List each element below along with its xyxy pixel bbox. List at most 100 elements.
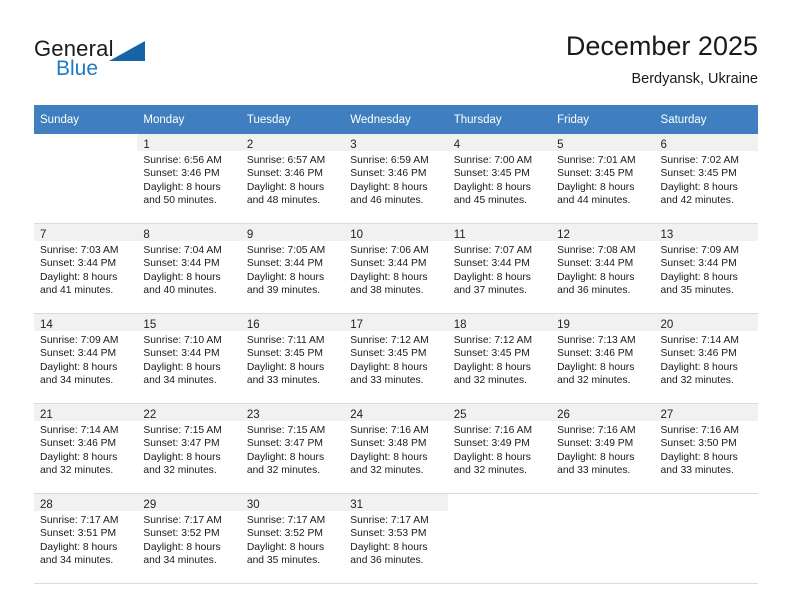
daylight-text-line2: and 48 minutes. [246, 195, 321, 207]
daylight-text-line1: Daylight: 8 hours [350, 451, 428, 463]
daylight-text-line2: and 50 minutes. [143, 195, 217, 207]
calendar-day-cell[interactable]: 10 Sunrise: 7:06 AM Sunset: 3:44 PM Dayligh… [344, 223, 448, 314]
day-number-bar: 3 [344, 134, 448, 151]
calendar-day-cell[interactable]: 23 Sunrise: 7:15 AM Sunset: 3:47 PM Dayligh… [240, 403, 345, 494]
day-cell-inner: 4 Sunrise: 7:00 AM Sunset: 3:45 PM Daylight… [447, 134, 552, 223]
sunset-text: Sunset: 3:48 PM [350, 438, 427, 450]
day-details: Sunrise: 7:09 AM Sunset: 3:44 PM Daylight:… [655, 241, 758, 298]
page-header: General Blue December 2025 Berdyansk, Uk… [0, 0, 792, 104]
sunrise-text: Sunrise: 7:16 AM [557, 425, 636, 436]
calendar-day-cell[interactable]: 6 Sunrise: 7:02 AM Sunset: 3:45 PM Daylight… [654, 134, 758, 224]
daylight-text-line2: and 33 minutes. [660, 465, 734, 477]
day-details: Sunrise: 7:09 AM Sunset: 3:44 PM Daylight:… [34, 331, 137, 388]
day-details: Sunrise: 7:16 AM Sunset: 3:49 PM Daylight:… [551, 421, 654, 478]
sunrise-text: Sunrise: 7:09 AM [660, 245, 739, 256]
day-number-bar: 26 [551, 404, 655, 421]
calendar-day-cell[interactable]: 18 Sunrise: 7:12 AM Sunset: 3:45 PM Dayligh… [447, 313, 552, 404]
calendar-day-cell[interactable]: 29 Sunrise: 7:17 AM Sunset: 3:52 PM Dayligh… [137, 493, 241, 584]
day-number: 14 [40, 319, 53, 331]
calendar-day-cell[interactable]: 11 Sunrise: 7:07 AM Sunset: 3:44 PM Dayligh… [447, 223, 552, 314]
day-cell-inner: 5 Sunrise: 7:01 AM Sunset: 3:45 PM Daylight… [551, 134, 655, 223]
day-details: Sunrise: 7:14 AM Sunset: 3:46 PM Daylight:… [34, 421, 137, 478]
calendar-day-cell[interactable]: 28 Sunrise: 7:17 AM Sunset: 3:51 PM Dayligh… [34, 493, 138, 584]
calendar-day-cell[interactable]: 2 Sunrise: 6:57 AM Sunset: 3:46 PM Daylight… [240, 134, 345, 224]
calendar-day-cell[interactable]: 17 Sunrise: 7:12 AM Sunset: 3:45 PM Dayligh… [344, 313, 448, 404]
calendar-day-cell[interactable]: 21 Sunrise: 7:14 AM Sunset: 3:46 PM Dayligh… [34, 403, 138, 494]
sunset-text: Sunset: 3:44 PM [350, 258, 427, 270]
sunset-text: Sunset: 3:44 PM [143, 348, 220, 360]
daylight-text-line2: and 34 minutes. [40, 555, 114, 567]
sunrise-text: Sunrise: 7:09 AM [40, 335, 119, 346]
weekday-header-friday: Friday [551, 105, 655, 134]
day-cell-inner: 3 Sunrise: 6:59 AM Sunset: 3:46 PM Daylight… [344, 134, 448, 223]
daylight-text-line1: Daylight: 8 hours [660, 451, 738, 463]
sunset-text: Sunset: 3:44 PM [660, 258, 737, 270]
day-details: Sunrise: 7:16 AM Sunset: 3:50 PM Daylight:… [655, 421, 758, 478]
calendar-day-cell[interactable]: 5 Sunrise: 7:01 AM Sunset: 3:45 PM Daylight… [551, 134, 655, 224]
day-details: Sunrise: 7:17 AM Sunset: 3:52 PM Daylight:… [241, 511, 344, 568]
daylight-text-line2: and 45 minutes. [453, 195, 527, 207]
sunrise-text: Sunrise: 7:10 AM [143, 335, 222, 346]
logo-general-blue[interactable]: General Blue [34, 36, 234, 92]
calendar-day-cell[interactable]: 22 Sunrise: 7:15 AM Sunset: 3:47 PM Dayligh… [137, 403, 241, 494]
sunset-text: Sunset: 3:44 PM [557, 258, 634, 270]
calendar-day-cell[interactable]: 15 Sunrise: 7:10 AM Sunset: 3:44 PM Dayligh… [137, 313, 241, 404]
calendar-day-cell[interactable]: 3 Sunrise: 6:59 AM Sunset: 3:46 PM Daylight… [344, 134, 448, 224]
day-cell-inner: 22 Sunrise: 7:15 AM Sunset: 3:47 PM Dayligh… [137, 404, 241, 493]
day-cell-inner: 18 Sunrise: 7:12 AM Sunset: 3:45 PM Dayligh… [447, 314, 552, 403]
calendar-day-cell[interactable]: 13 Sunrise: 7:09 AM Sunset: 3:44 PM Dayligh… [654, 223, 758, 314]
calendar-day-cell[interactable]: 4 Sunrise: 7:00 AM Sunset: 3:45 PM Daylight… [447, 134, 552, 224]
calendar-day-cell[interactable]: 1 Sunrise: 6:56 AM Sunset: 3:46 PM Daylight… [137, 134, 241, 224]
sunrise-text: Sunrise: 7:06 AM [350, 245, 429, 256]
calendar-day-cell[interactable]: 25 Sunrise: 7:16 AM Sunset: 3:49 PM Dayligh… [447, 403, 552, 494]
day-cell-inner: 14 Sunrise: 7:09 AM Sunset: 3:44 PM Dayligh… [34, 314, 138, 403]
day-cell-inner: 9 Sunrise: 7:05 AM Sunset: 3:44 PM Daylight… [240, 224, 345, 313]
logo-triangle-icon [109, 41, 145, 61]
calendar-day-cell[interactable]: 27 Sunrise: 7:16 AM Sunset: 3:50 PM Dayligh… [654, 403, 758, 494]
sunset-text: Sunset: 3:45 PM [453, 348, 530, 360]
calendar-day-cell[interactable]: 8 Sunrise: 7:04 AM Sunset: 3:44 PM Daylight… [137, 223, 241, 314]
calendar-day-cell-empty [447, 493, 552, 584]
calendar-day-cell[interactable]: 7 Sunrise: 7:03 AM Sunset: 3:44 PM Daylight… [34, 223, 138, 314]
calendar-week-row: 21 Sunrise: 7:14 AM Sunset: 3:46 PM Dayligh… [34, 403, 758, 494]
day-number-bar: 20 [654, 314, 758, 331]
day-details: Sunrise: 7:04 AM Sunset: 3:44 PM Daylight:… [137, 241, 240, 298]
day-details: Sunrise: 6:59 AM Sunset: 3:46 PM Daylight:… [344, 151, 447, 208]
calendar-day-cell[interactable]: 26 Sunrise: 7:16 AM Sunset: 3:49 PM Dayligh… [551, 403, 655, 494]
daylight-text-line2: and 44 minutes. [557, 195, 631, 207]
sunrise-text: Sunrise: 7:03 AM [40, 245, 119, 256]
calendar-day-cell[interactable]: 16 Sunrise: 7:11 AM Sunset: 3:45 PM Dayligh… [240, 313, 345, 404]
day-number: 28 [40, 499, 53, 511]
day-cell-inner: 12 Sunrise: 7:08 AM Sunset: 3:44 PM Dayligh… [551, 224, 655, 313]
calendar-day-cell[interactable]: 9 Sunrise: 7:05 AM Sunset: 3:44 PM Daylight… [240, 223, 345, 314]
calendar-day-cell[interactable]: 19 Sunrise: 7:13 AM Sunset: 3:46 PM Dayligh… [551, 313, 655, 404]
day-cell-inner: 31 Sunrise: 7:17 AM Sunset: 3:53 PM Dayligh… [344, 494, 448, 583]
day-details: Sunrise: 7:11 AM Sunset: 3:45 PM Daylight:… [241, 331, 344, 388]
calendar-day-cell[interactable]: 14 Sunrise: 7:09 AM Sunset: 3:44 PM Dayligh… [34, 313, 138, 404]
daylight-text-line2: and 46 minutes. [350, 195, 424, 207]
daylight-text-line1: Daylight: 8 hours [557, 181, 635, 193]
day-number-bar: 11 [447, 224, 552, 241]
daylight-text-line2: and 36 minutes. [350, 555, 424, 567]
day-details: Sunrise: 6:56 AM Sunset: 3:46 PM Daylight:… [137, 151, 240, 208]
calendar-day-cell[interactable]: 12 Sunrise: 7:08 AM Sunset: 3:44 PM Dayligh… [551, 223, 655, 314]
calendar-day-cell[interactable]: 24 Sunrise: 7:16 AM Sunset: 3:48 PM Dayligh… [344, 403, 448, 494]
day-cell-inner: 28 Sunrise: 7:17 AM Sunset: 3:51 PM Dayligh… [34, 494, 138, 583]
calendar-week-row: 1 Sunrise: 6:56 AM Sunset: 3:46 PM Daylight… [34, 134, 758, 224]
day-cell-inner: 23 Sunrise: 7:15 AM Sunset: 3:47 PM Dayligh… [240, 404, 345, 493]
day-cell-inner [34, 134, 137, 223]
day-number: 10 [350, 229, 364, 241]
day-number-bar: 8 [137, 224, 241, 241]
day-number: 22 [143, 409, 157, 421]
daylight-text-line1: Daylight: 8 hours [40, 271, 118, 283]
daylight-text-line2: and 32 minutes. [246, 465, 321, 477]
day-cell-inner: 15 Sunrise: 7:10 AM Sunset: 3:44 PM Dayligh… [137, 314, 241, 403]
calendar-day-cell[interactable]: 20 Sunrise: 7:14 AM Sunset: 3:46 PM Dayligh… [654, 313, 758, 404]
calendar-day-cell[interactable]: 30 Sunrise: 7:17 AM Sunset: 3:52 PM Dayligh… [240, 493, 345, 584]
day-number-bar: 6 [654, 134, 758, 151]
day-details: Sunrise: 7:02 AM Sunset: 3:45 PM Daylight:… [655, 151, 758, 208]
sunrise-text: Sunrise: 7:16 AM [660, 425, 739, 436]
sunset-text: Sunset: 3:52 PM [143, 528, 220, 540]
day-cell-inner: 25 Sunrise: 7:16 AM Sunset: 3:49 PM Dayligh… [447, 404, 552, 493]
calendar-day-cell[interactable]: 31 Sunrise: 7:17 AM Sunset: 3:53 PM Dayligh… [344, 493, 448, 584]
